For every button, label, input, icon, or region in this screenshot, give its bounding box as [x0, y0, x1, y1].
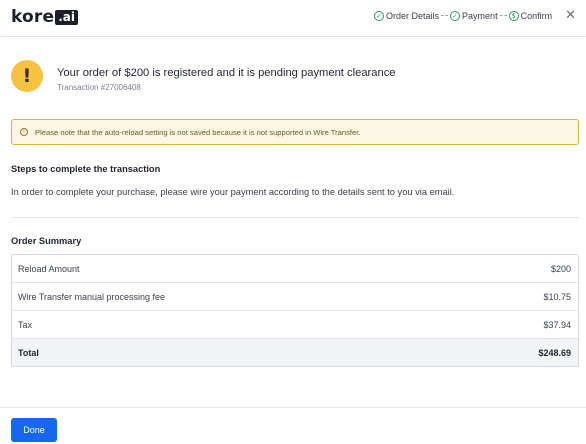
summary-row-total: Total $248.69: [12, 339, 578, 366]
order-summary-heading: Order Summary: [11, 236, 82, 246]
kore-ai-logo: kore .ai: [11, 7, 79, 27]
logo-text: kore: [11, 7, 55, 27]
row-label: Reload Amount: [18, 263, 80, 274]
summary-row-tax: Tax $37.94: [12, 311, 578, 339]
row-value: $37.94: [543, 319, 571, 330]
steps-heading: Steps to complete the transaction: [11, 164, 161, 174]
check-circle-icon: ✓: [450, 10, 461, 21]
warning-icon: !: [11, 60, 43, 92]
row-label: Wire Transfer manual processing fee: [18, 291, 166, 302]
row-label: Tax: [18, 319, 33, 330]
info-icon: i: [20, 128, 28, 136]
step-separator: [441, 15, 449, 16]
row-value: $200: [550, 263, 571, 274]
transaction-id: Transaction #27006408: [57, 83, 141, 92]
check-circle-icon: ✓: [374, 10, 385, 21]
logo-box: .ai: [55, 9, 79, 25]
footer-bar: Done: [0, 407, 586, 444]
summary-row-processing-fee: Wire Transfer manual processing fee $10.…: [12, 283, 578, 311]
note-text: Please note that the auto-reload setting…: [35, 127, 361, 137]
step-order-details[interactable]: ✓ Order Details: [374, 10, 440, 21]
dollar-circle-icon: $: [508, 10, 519, 21]
total-value: $248.69: [538, 347, 571, 358]
checkout-stepper: ✓ Order Details ✓ Payment $ Confirm ✕: [374, 9, 576, 22]
steps-description: In order to complete your purchase, plea…: [11, 187, 455, 197]
step-label: Order Details: [386, 10, 440, 21]
order-status: ! Your order of $200 is registered and i…: [11, 60, 396, 92]
total-label: Total: [18, 347, 39, 358]
section-divider: [11, 217, 579, 218]
step-payment[interactable]: ✓ Payment: [450, 10, 498, 21]
row-value: $10.75: [543, 291, 571, 302]
step-label: Confirm: [520, 10, 553, 21]
top-header: kore .ai ✓ Order Details ✓ Payment $ Con…: [0, 0, 586, 37]
summary-row-reload-amount: Reload Amount $200: [12, 255, 578, 283]
done-button[interactable]: Done: [11, 418, 57, 442]
auto-reload-note: i Please note that the auto-reload setti…: [11, 119, 579, 145]
status-title: Your order of $200 is registered and it …: [57, 67, 396, 79]
status-text: Your order of $200 is registered and it …: [57, 67, 396, 92]
step-label: Payment: [462, 10, 498, 21]
step-confirm[interactable]: $ Confirm: [508, 10, 553, 21]
order-summary-table: Reload Amount $200 Wire Transfer manual …: [11, 254, 579, 367]
step-separator: [499, 15, 507, 16]
close-icon[interactable]: ✕: [565, 9, 576, 22]
